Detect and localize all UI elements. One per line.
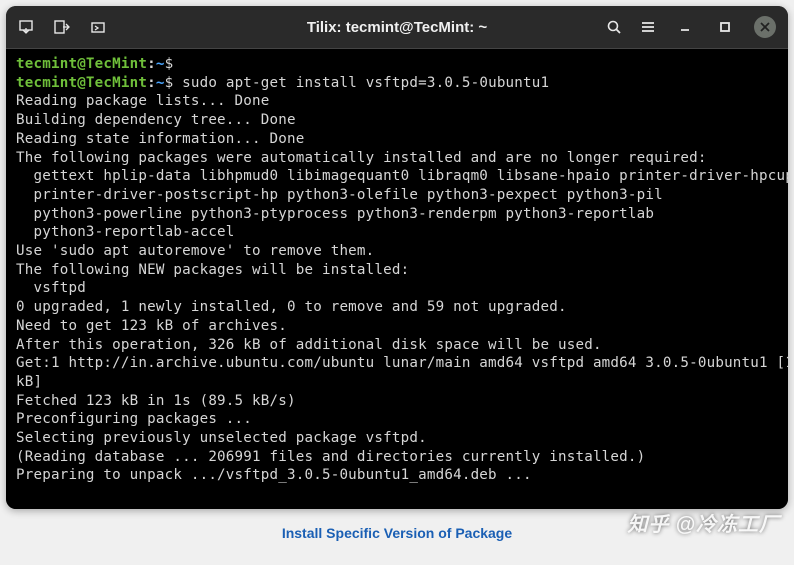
close-button[interactable] <box>754 16 776 38</box>
prompt-colon: : <box>147 56 156 72</box>
maximize-button[interactable] <box>714 16 736 38</box>
terminal-window: Tilix: tecmint@TecMint: ~ tecmint@TecMin… <box>6 6 788 509</box>
output-line: Fetched 123 kB in 1s (89.5 kB/s) <box>16 393 296 409</box>
watermark-logo: 知乎 <box>627 508 669 537</box>
search-icon[interactable] <box>606 19 622 35</box>
output-line: Reading package lists... Done <box>16 93 270 109</box>
new-terminal-down-icon[interactable] <box>18 19 34 35</box>
output-line: 0 upgraded, 1 newly installed, 0 to remo… <box>16 299 567 315</box>
prompt-colon: : <box>147 75 156 91</box>
command-input-2: sudo apt-get install vsftpd=3.0.5-0ubunt… <box>173 75 549 91</box>
output-line: Reading state information... Done <box>16 131 304 147</box>
broadcast-icon[interactable] <box>90 19 106 35</box>
watermark-author: @冷冻工厂 <box>675 508 780 537</box>
output-line: The following packages were automaticall… <box>16 150 707 166</box>
output-line: Preparing to unpack .../vsftpd_3.0.5-0ub… <box>16 467 532 483</box>
minimize-button[interactable] <box>674 16 696 38</box>
output-line: Need to get 123 kB of archives. <box>16 318 287 334</box>
output-line: printer-driver-postscript-hp python3-ole… <box>16 187 663 203</box>
titlebar-right-controls <box>606 16 776 38</box>
output-line: After this operation, 326 kB of addition… <box>16 337 602 353</box>
output-line: vsftpd <box>16 280 86 296</box>
output-line: The following NEW packages will be insta… <box>16 262 409 278</box>
prompt-user: tecmint@TecMint <box>16 56 147 72</box>
titlebar: Tilix: tecmint@TecMint: ~ <box>6 6 788 48</box>
watermark: 知乎 @冷冻工厂 <box>627 508 780 537</box>
titlebar-left-controls <box>18 19 106 35</box>
output-line: Selecting previously unselected package … <box>16 430 427 446</box>
output-line: kB] <box>16 374 42 390</box>
output-line: python3-powerline python3-ptyprocess pyt… <box>16 206 654 222</box>
prompt-path: ~ <box>156 75 165 91</box>
output-line: python3-reportlab-accel <box>16 224 235 240</box>
prompt-user: tecmint@TecMint <box>16 75 147 91</box>
output-line: gettext hplip-data libhpmud0 libimagequa… <box>16 168 788 184</box>
new-terminal-right-icon[interactable] <box>54 19 70 35</box>
prompt-path: ~ <box>156 56 165 72</box>
prompt-symbol: $ <box>165 56 174 72</box>
hamburger-menu-icon[interactable] <box>640 19 656 35</box>
output-line: Preconfiguring packages ... <box>16 411 252 427</box>
output-line: Use 'sudo apt autoremove' to remove them… <box>16 243 374 259</box>
output-line: (Reading database ... 206991 files and d… <box>16 449 645 465</box>
output-line: Building dependency tree... Done <box>16 112 296 128</box>
terminal-body[interactable]: tecmint@TecMint:~$ tecmint@TecMint:~$ su… <box>6 48 788 509</box>
output-line: Get:1 http://in.archive.ubuntu.com/ubunt… <box>16 355 788 371</box>
window-title: Tilix: tecmint@TecMint: ~ <box>307 19 487 36</box>
